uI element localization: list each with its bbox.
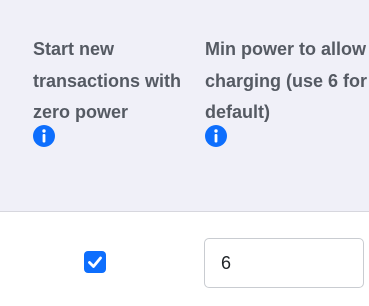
column-header-min-power-label: Min power to allow charging (use 6 for d… (205, 39, 368, 122)
column-header-zero-power: Start new transactions with zero power (33, 34, 183, 160)
info-icon[interactable] (205, 124, 227, 147)
zero-power-checkbox[interactable] (84, 251, 106, 273)
transaction-settings-table: Start new transactions with zero power M… (0, 0, 369, 306)
column-header-min-power: Min power to allow charging (use 6 for d… (205, 34, 369, 160)
table-row (0, 212, 369, 306)
table-header-row: Start new transactions with zero power M… (0, 0, 369, 211)
min-power-input[interactable] (204, 238, 364, 288)
checkmark-icon (88, 256, 102, 268)
column-header-zero-power-label: Start new transactions with zero power (33, 39, 182, 122)
info-icon[interactable] (33, 124, 55, 147)
